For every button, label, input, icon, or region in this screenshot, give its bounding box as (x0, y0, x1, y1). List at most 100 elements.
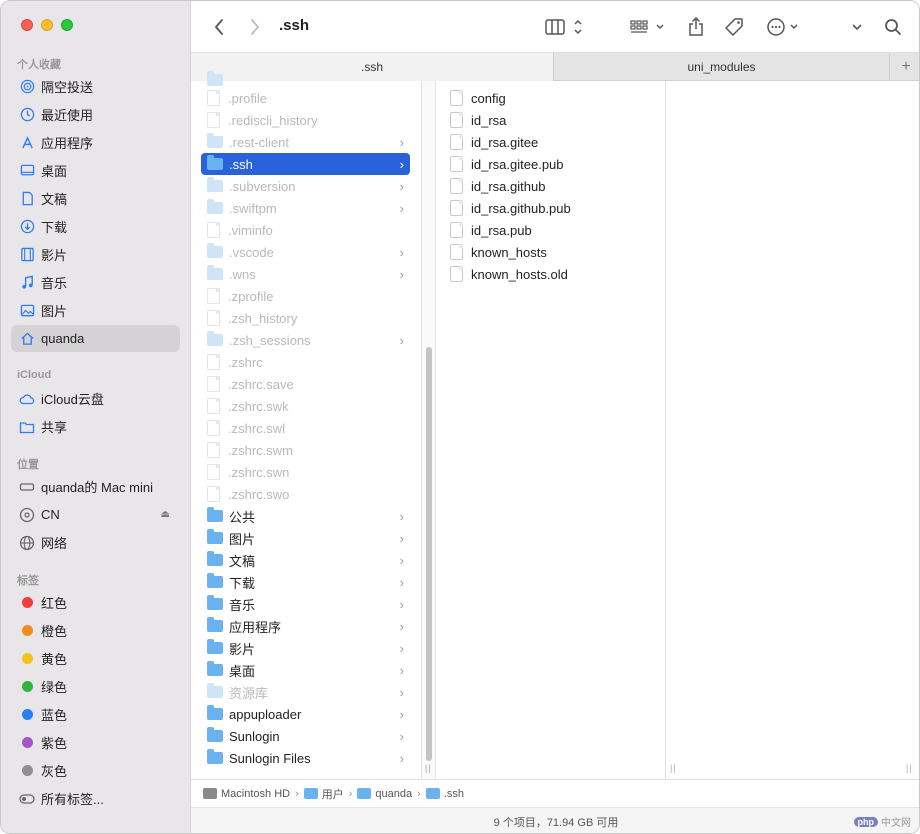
list-item[interactable]: .profile (201, 87, 410, 109)
list-item[interactable]: .rest-client › (201, 131, 410, 153)
list-item[interactable]: id_rsa.pub (444, 219, 644, 241)
item-name: id_rsa.github.pub (471, 200, 571, 216)
list-item[interactable]: 影片 › (201, 637, 410, 659)
sidebar-item-download[interactable]: 下载 (11, 213, 180, 240)
path-segment[interactable]: 用户 (303, 786, 344, 802)
minimize-button[interactable] (41, 19, 53, 31)
sidebar-item-disk[interactable]: CN ⏏ (11, 501, 180, 528)
list-item[interactable]: .vscode › (201, 241, 410, 263)
list-item[interactable]: appuploader › (201, 703, 410, 725)
sidebar-item-shared-folder[interactable]: 共享 (11, 413, 180, 440)
sidebar-item-clock[interactable]: 最近使用 (11, 101, 180, 128)
path-segment[interactable]: quanda (357, 788, 412, 800)
list-item[interactable]: .subversion › (201, 175, 410, 197)
folder-icon (207, 595, 223, 610)
file-icon (207, 376, 220, 392)
sidebar-item-computer[interactable]: quanda的 Mac mini (11, 473, 180, 500)
list-item[interactable]: 文稿 › (201, 549, 410, 571)
list-item[interactable]: .zshrc.swm (201, 439, 410, 461)
group-button[interactable] (629, 15, 669, 39)
list-item[interactable]: .zshrc.save (201, 373, 410, 395)
column-resize-handle[interactable]: || (670, 763, 677, 773)
list-item[interactable]: .zshrc (201, 351, 410, 373)
list-item[interactable]: 桌面 › (201, 659, 410, 681)
tag-button[interactable] (723, 15, 745, 39)
new-tab-button[interactable]: + (891, 53, 919, 81)
list-item[interactable]: id_rsa.github.pub (444, 197, 644, 219)
expand-toolbar-button[interactable] (847, 15, 867, 39)
list-item[interactable]: .ssh › (201, 153, 410, 175)
back-button[interactable] (207, 15, 231, 39)
sidebar-item-music[interactable]: 音乐 (11, 269, 180, 296)
list-item[interactable]: .swiftpm › (201, 197, 410, 219)
sidebar-item-cloud[interactable]: iCloud云盘 (11, 385, 180, 412)
sidebar-tag-item[interactable]: 红色 (11, 589, 180, 616)
list-item[interactable]: 音乐 › (201, 593, 410, 615)
column-resize-handle[interactable]: || (906, 763, 913, 773)
sidebar-item-applications[interactable]: 应用程序 (11, 129, 180, 156)
sidebar-item-film[interactable]: 影片 (11, 241, 180, 268)
list-item[interactable]: .zshrc.swn (201, 461, 410, 483)
sidebar-item-document[interactable]: 文稿 (11, 185, 180, 212)
list-item[interactable]: Sunlogin Files › (201, 747, 410, 769)
file-icon (207, 90, 220, 106)
sidebar-tag-item[interactable]: 黄色 (11, 645, 180, 672)
list-item[interactable]: .zprofile (201, 285, 410, 307)
columns-view-icon (545, 19, 582, 35)
path-separator-icon: › (417, 787, 421, 800)
list-item[interactable]: id_rsa.github (444, 175, 644, 197)
tab-uni-modules[interactable]: uni_modules (554, 53, 890, 81)
sidebar-tag-item[interactable]: 紫色 (11, 729, 180, 756)
sidebar-tag-item[interactable]: 橙色 (11, 617, 180, 644)
file-icon (207, 112, 220, 128)
column-scrollbar[interactable] (422, 81, 436, 779)
list-item[interactable]: Sunlogin › (201, 725, 410, 747)
list-item[interactable]: known_hosts.old (444, 263, 644, 285)
sidebar-tag-item[interactable]: 灰色 (11, 757, 180, 784)
view-mode-button[interactable] (543, 15, 587, 39)
search-button[interactable] (881, 15, 905, 39)
document-icon (19, 191, 35, 207)
item-name: .zsh_history (228, 310, 298, 326)
more-actions-button[interactable] (765, 15, 805, 39)
list-item[interactable]: 下载 › (201, 571, 410, 593)
path-segment[interactable]: Macintosh HD (203, 788, 290, 800)
list-item[interactable]: .zshrc.swk (201, 395, 410, 417)
sidebar-tag-item[interactable]: 绿色 (11, 673, 180, 700)
list-item[interactable]: .rediscli_history (201, 109, 410, 131)
scrollbar-thumb[interactable] (426, 347, 432, 761)
shared-folder-icon (19, 419, 35, 435)
status-text: 9 个项目，71.94 GB 可用 (493, 816, 619, 829)
sidebar-item-airdrop[interactable]: 隔空投送 (11, 73, 180, 100)
file-icon (207, 222, 220, 238)
forward-button[interactable] (243, 15, 267, 39)
list-item[interactable]: id_rsa (444, 109, 644, 131)
sidebar-item-home[interactable]: quanda (11, 325, 180, 352)
zoom-button[interactable] (61, 19, 73, 31)
list-item[interactable]: config (444, 87, 644, 109)
list-item[interactable]: .zsh_history (201, 307, 410, 329)
list-item[interactable]: 公共 › (201, 505, 410, 527)
sidebar-item-photo[interactable]: 图片 (11, 297, 180, 324)
list-item[interactable]: id_rsa.gitee (444, 131, 644, 153)
list-item[interactable]: 资源库 › (201, 681, 410, 703)
sidebar-item-desktop[interactable]: 桌面 (11, 157, 180, 184)
column-resize-handle[interactable]: || (425, 763, 432, 773)
sidebar-tag-item[interactable]: 所有标签... (11, 785, 180, 812)
sidebar-tag-item[interactable]: 蓝色 (11, 701, 180, 728)
path-segment[interactable]: .ssh (425, 788, 464, 800)
list-item[interactable]: .zshrc.swo (201, 483, 410, 505)
list-item[interactable]: .wns › (201, 263, 410, 285)
column-home: .profile .rediscli_history .rest-client › .s… (191, 71, 422, 779)
list-item[interactable]: id_rsa.gitee.pub (444, 153, 644, 175)
share-button[interactable] (685, 15, 707, 39)
list-item[interactable]: .zsh_sessions › (201, 329, 410, 351)
list-item[interactable]: known_hosts (444, 241, 644, 263)
list-item[interactable]: .zshrc.swl (201, 417, 410, 439)
close-button[interactable] (21, 19, 33, 31)
list-item[interactable]: 图片 › (201, 527, 410, 549)
list-item[interactable]: .viminfo (201, 219, 410, 241)
list-item[interactable]: 应用程序 › (201, 615, 410, 637)
eject-icon[interactable]: ⏏ (161, 509, 170, 520)
sidebar-item-network[interactable]: 网络 (11, 529, 180, 556)
